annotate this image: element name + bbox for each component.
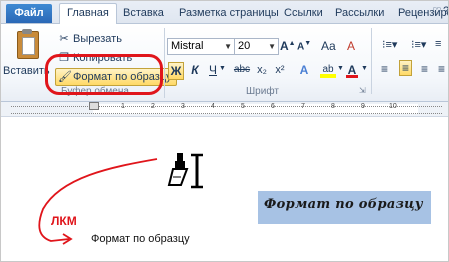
tab-page-layout[interactable]: Разметка страницы: [179, 4, 279, 23]
ribbon-tabs: Файл Главная Вставка Разметка страницы С…: [1, 1, 448, 25]
multilevel-list-icon[interactable]: ≡: [435, 38, 441, 50]
subscript-button[interactable]: x₂: [255, 62, 269, 78]
formatted-sample-block: Формат по образцу: [258, 191, 431, 224]
word-window: Файл Главная Вставка Разметка страницы С…: [0, 0, 449, 262]
minimize-ribbon-icon[interactable]: ♡: [432, 5, 442, 18]
tab-home[interactable]: Главная: [59, 3, 117, 25]
clear-format-icon[interactable]: A: [347, 39, 355, 53]
document-page[interactable]: Формат по образцу ЛКМ Формат по образцу: [1, 117, 448, 261]
superscript-button[interactable]: x²: [273, 62, 287, 78]
indent-marker[interactable]: [89, 102, 99, 110]
chevron-down-icon: ▼: [224, 42, 232, 51]
cut-button[interactable]: ✂ Вырезать: [58, 31, 122, 47]
bold-button[interactable]: Ж: [168, 62, 184, 80]
text-effects-button[interactable]: A: [298, 62, 310, 78]
chevron-down-icon[interactable]: ▼: [337, 65, 344, 72]
grow-font-icon[interactable]: A▲: [280, 39, 296, 53]
chevron-down-icon: ▼: [268, 42, 276, 51]
paste-label: Вставить: [3, 65, 50, 77]
scissors-icon: ✂: [59, 33, 69, 45]
font-name-select[interactable]: Mistral ▼: [167, 38, 235, 55]
align-left-icon[interactable]: ≡: [381, 62, 388, 76]
caption-text: Формат по образцу: [91, 233, 190, 245]
help-icon[interactable]: ?: [443, 5, 448, 17]
format-painter-cursor-icon: [167, 153, 203, 189]
tab-insert[interactable]: Вставка: [123, 4, 164, 23]
red-arrow: [38, 158, 158, 245]
strikethrough-button[interactable]: abc: [233, 62, 251, 78]
clipboard-icon: [17, 31, 39, 59]
numbering-icon[interactable]: ⁝≡▾: [411, 38, 426, 51]
highlight-button[interactable]: ab: [320, 62, 336, 78]
font-color-button[interactable]: A: [346, 62, 358, 78]
tab-file[interactable]: Файл: [6, 4, 52, 23]
justify-icon[interactable]: ≡: [438, 62, 445, 76]
tab-references[interactable]: Ссылки: [284, 4, 323, 23]
change-case-icon[interactable]: Aa: [321, 39, 336, 53]
bullets-icon[interactable]: ⁝≡▾: [382, 38, 397, 51]
shrink-font-icon[interactable]: A▼: [297, 40, 311, 52]
lkm-label: ЛКМ: [51, 214, 77, 228]
align-center-icon[interactable]: ≡: [399, 60, 413, 76]
chevron-down-icon[interactable]: ▼: [219, 65, 226, 72]
format-painter-highlight: [45, 54, 163, 95]
paste-button[interactable]: Вставить: [3, 28, 50, 90]
horizontal-ruler: 1 2 3 4 5 6 7 8 9 10: [1, 102, 448, 117]
formatted-sample-text: Формат по образцу: [264, 197, 423, 212]
font-dialog-launcher-icon[interactable]: ⇲: [359, 86, 366, 95]
underline-button[interactable]: Ч: [207, 62, 219, 78]
chevron-down-icon[interactable]: ▼: [361, 65, 368, 72]
align-right-icon[interactable]: ≡: [421, 62, 428, 76]
font-group-label: Шрифт: [246, 86, 279, 97]
font-size-select[interactable]: 20 ▼: [234, 38, 279, 55]
italic-button[interactable]: К: [189, 62, 201, 78]
tab-mailings[interactable]: Рассылки: [335, 4, 384, 23]
